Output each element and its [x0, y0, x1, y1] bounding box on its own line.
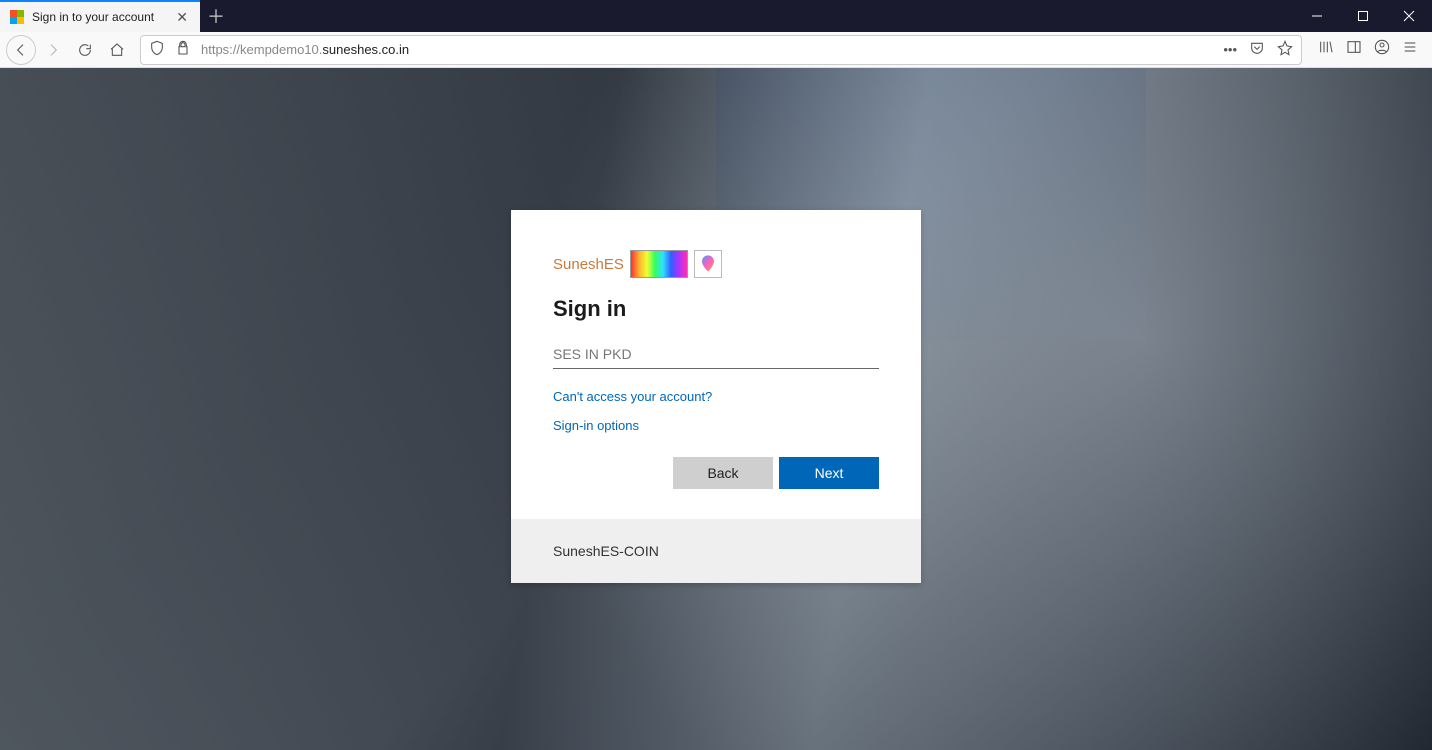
back-button[interactable]: Back [673, 457, 773, 489]
signin-heading: Sign in [553, 296, 879, 322]
page-actions-icon[interactable]: ••• [1223, 42, 1237, 57]
menu-icon[interactable] [1402, 39, 1418, 60]
maximize-button[interactable] [1340, 0, 1386, 32]
tab-close-button[interactable]: ✕ [172, 9, 192, 26]
back-nav-button[interactable] [6, 35, 36, 65]
home-button[interactable] [102, 35, 132, 65]
browser-tab[interactable]: Sign in to your account ✕ [0, 0, 200, 32]
bookmark-star-icon[interactable] [1277, 40, 1293, 59]
signin-card: SuneshES Sign in Can't access your accou… [511, 210, 921, 583]
signin-footer: SuneshES-COIN [511, 519, 921, 583]
close-window-button[interactable] [1386, 0, 1432, 32]
brand-row: SuneshES [553, 250, 879, 278]
sidebar-icon[interactable] [1346, 39, 1362, 60]
browser-toolbar: https://kempdemo10.suneshes.co.in ••• [0, 32, 1432, 68]
signin-options-link[interactable]: Sign-in options [553, 418, 879, 433]
brand-label: SuneshES [553, 256, 624, 273]
url-prefix: https://kempdemo10. [201, 42, 322, 57]
cant-access-link[interactable]: Can't access your account? [553, 389, 879, 404]
lock-icon[interactable] [175, 40, 191, 59]
brand-logo-rainbow-icon [630, 250, 688, 278]
microsoft-favicon [10, 10, 24, 24]
url-host: suneshes.co.in [322, 42, 409, 57]
page-content: SuneshES Sign in Can't access your accou… [0, 68, 1432, 750]
reload-button[interactable] [70, 35, 100, 65]
address-bar[interactable]: https://kempdemo10.suneshes.co.in ••• [140, 35, 1302, 65]
username-input[interactable] [553, 340, 879, 369]
forward-nav-button[interactable] [38, 35, 68, 65]
new-tab-button[interactable]: ＋ [200, 0, 232, 32]
library-icon[interactable] [1318, 39, 1334, 60]
tab-title: Sign in to your account [32, 10, 154, 24]
titlebar: Sign in to your account ✕ ＋ [0, 0, 1432, 32]
window-controls [1294, 0, 1432, 32]
account-icon[interactable] [1374, 39, 1390, 60]
pocket-icon[interactable] [1249, 40, 1265, 59]
url-text: https://kempdemo10.suneshes.co.in [201, 42, 1213, 57]
brand-logo-balloon-icon [694, 250, 722, 278]
next-button[interactable]: Next [779, 457, 879, 489]
minimize-button[interactable] [1294, 0, 1340, 32]
tracking-shield-icon[interactable] [149, 40, 165, 59]
